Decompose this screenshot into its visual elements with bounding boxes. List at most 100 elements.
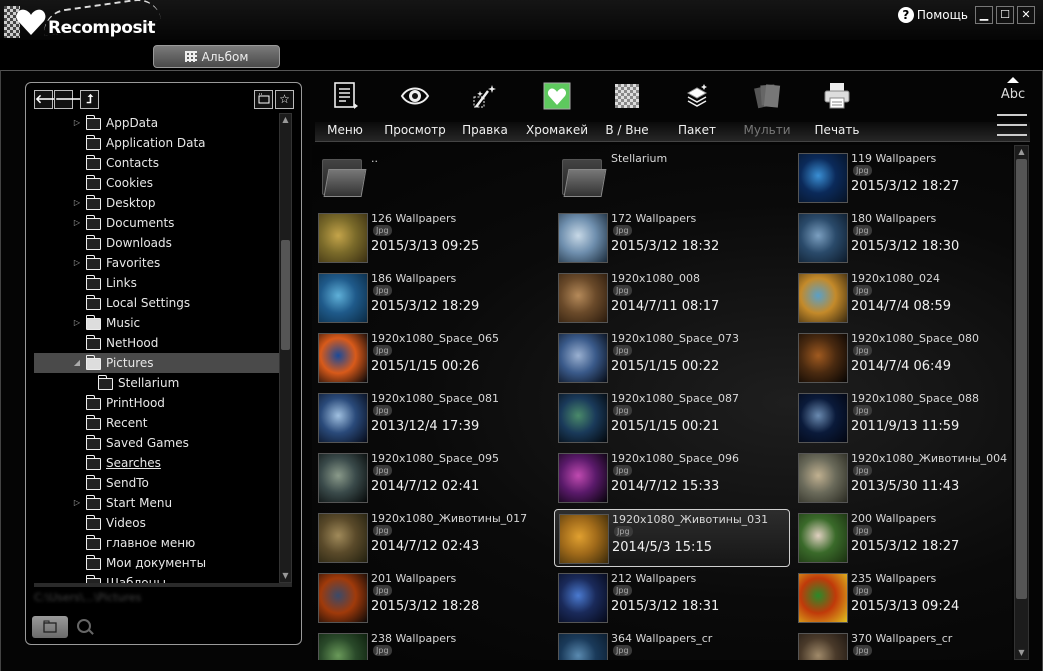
image-tile[interactable]: 1920x1080_024 Jpg 2014/7/4 08:59 <box>794 269 1012 327</box>
up-folder-button[interactable]: ⮥ <box>80 90 99 109</box>
image-tile[interactable]: 238 Wallpapers Jpg <box>314 629 550 660</box>
tree-item[interactable]: Contacts <box>34 153 282 173</box>
file-type-badge: Jpg <box>613 405 632 416</box>
search-icon[interactable] <box>77 619 91 633</box>
back-button[interactable]: 🡐 <box>34 90 67 109</box>
help-button[interactable]: ? Помощь <box>897 6 968 24</box>
image-tile[interactable]: 235 Wallpapers Jpg 2015/3/13 09:24 <box>794 569 1012 627</box>
tree-item[interactable]: ▷ Music <box>34 313 282 333</box>
tree-item[interactable]: Cookies <box>34 173 282 193</box>
image-tile[interactable]: 201 Wallpapers Jpg 2015/3/12 18:28 <box>314 569 550 627</box>
tree-item[interactable]: Links <box>34 273 282 293</box>
image-tile[interactable]: 1920x1080_Животины_017 Jpg 2014/7/12 02:43 <box>314 509 550 567</box>
tree-item[interactable]: Шаблоны <box>34 573 282 583</box>
image-tile[interactable]: 126 Wallpapers Jpg 2015/3/13 09:25 <box>314 209 550 267</box>
minimize-button[interactable]: ▁ <box>975 6 993 24</box>
tree-item[interactable]: ▷ Desktop <box>34 193 282 213</box>
image-tile[interactable]: 1920x1080_008 Jpg 2014/7/11 08:17 <box>554 269 790 327</box>
view-mode-button[interactable] <box>997 112 1027 140</box>
image-tile[interactable]: 186 Wallpapers Jpg 2015/3/12 18:29 <box>314 269 550 327</box>
toolbar-button[interactable]: Хромакей <box>522 77 592 141</box>
image-tile[interactable]: 172 Wallpapers Jpg 2015/3/12 18:32 <box>554 209 790 267</box>
tree-item[interactable]: PrintHood <box>34 393 282 413</box>
scroll-up-arrow[interactable]: ▲ <box>280 114 291 126</box>
new-folder-button[interactable] <box>254 90 273 109</box>
tree-item[interactable]: Recent <box>34 413 282 433</box>
image-tile[interactable]: 1920x1080_Space_087 Jpg 2015/1/15 00:21 <box>554 389 790 447</box>
toolbar-button[interactable]: Мульти <box>732 77 802 141</box>
expand-arrow-icon[interactable]: ▷ <box>72 118 82 128</box>
file-name: 1920x1080_Животины_031 <box>612 513 769 526</box>
file-date: 2015/3/12 18:28 <box>371 599 480 614</box>
image-tile[interactable]: 364 Wallpapers_cr Jpg <box>554 629 790 660</box>
collapse-arrow-icon[interactable]: ◢ <box>72 358 82 368</box>
tree-item[interactable]: ▷ Start Menu <box>34 493 282 513</box>
file-name: 1920x1080_Животины_004 <box>851 452 1008 465</box>
sort-button[interactable]: Abc <box>997 77 1029 107</box>
expand-arrow-icon[interactable]: ▷ <box>72 218 82 228</box>
grid-scrollbar[interactable]: ▲ ▼ <box>1014 145 1029 660</box>
tree-item[interactable]: Searches <box>34 453 282 473</box>
image-tile[interactable]: 1920x1080_Животины_004 Jpg 2013/5/30 11:43 <box>794 449 1012 507</box>
image-tile[interactable]: 1920x1080_Space_088 Jpg 2011/9/13 11:59 <box>794 389 1012 447</box>
file-date: 2015/1/15 00:21 <box>611 419 720 434</box>
folder-view-button[interactable] <box>32 616 68 638</box>
toolbar-button[interactable]: Пакет <box>662 77 732 141</box>
file-name: 1920x1080_008 <box>611 272 700 285</box>
grid-scroll-down-arrow[interactable]: ▼ <box>1015 647 1028 659</box>
folder-icon <box>86 235 101 250</box>
close-button[interactable]: ✕ <box>1017 6 1035 24</box>
scroll-thumb[interactable] <box>281 240 290 350</box>
tree-item[interactable]: ▷ Documents <box>34 213 282 233</box>
scroll-down-arrow[interactable]: ▼ <box>280 570 291 582</box>
toolbar-button[interactable]: Печать <box>802 77 872 141</box>
tree-item-label: Searches <box>106 456 161 470</box>
toolbar-button[interactable]: Меню <box>310 77 380 141</box>
expand-arrow-icon[interactable]: ▷ <box>72 258 82 268</box>
forward-button[interactable]: 🡒 <box>54 90 87 109</box>
toolbar-button[interactable]: В / Вне <box>592 77 662 141</box>
tree-item[interactable]: ◢ Pictures <box>34 353 282 373</box>
album-tab[interactable]: Альбом <box>153 45 280 68</box>
folder-tile[interactable]: Stellarium <box>554 149 790 207</box>
tree-item[interactable]: SendTo <box>34 473 282 493</box>
image-tile[interactable]: 1920x1080_Space_095 Jpg 2014/7/12 02:41 <box>314 449 550 507</box>
expand-arrow-icon[interactable]: ▷ <box>72 318 82 328</box>
grid-scroll-thumb[interactable] <box>1016 159 1027 599</box>
tree-item[interactable]: Saved Games <box>34 433 282 453</box>
toolbar-button[interactable]: Правка <box>450 77 520 141</box>
tree-item[interactable]: NetHood <box>34 333 282 353</box>
tree-item[interactable]: Application Data <box>34 133 282 153</box>
tree-item[interactable]: Videos <box>34 513 282 533</box>
tree-item[interactable]: Local Settings <box>34 293 282 313</box>
folder-icon <box>86 355 101 370</box>
image-tile[interactable]: 119 Wallpapers Jpg 2015/3/12 18:27 <box>794 149 1012 207</box>
image-tile[interactable]: 1920x1080_Space_096 Jpg 2014/7/12 15:33 <box>554 449 790 507</box>
image-tile[interactable]: 212 Wallpapers Jpg 2015/3/12 18:31 <box>554 569 790 627</box>
logo-heart-icon <box>16 9 46 35</box>
tree-item[interactable]: ▷ Favorites <box>34 253 282 273</box>
image-tile[interactable]: 1920x1080_Space_080 Jpg 2014/7/4 06:49 <box>794 329 1012 387</box>
tree-item[interactable]: Мои документы <box>34 553 282 573</box>
tree-item-label: Documents <box>106 216 175 230</box>
image-tile[interactable]: 1920x1080_Space_065 Jpg 2015/1/15 00:26 <box>314 329 550 387</box>
tree-item[interactable]: Downloads <box>34 233 282 253</box>
expand-arrow-icon[interactable]: ▷ <box>72 498 82 508</box>
folder-tile[interactable]: .. <box>314 149 550 207</box>
image-tile[interactable]: 370 Wallpapers_cr Jpg <box>794 629 1012 660</box>
bookmark-button[interactable]: ☆ <box>275 90 294 109</box>
image-tile[interactable]: 1920x1080_Животины_031 Jpg 2014/5/3 15:15 <box>554 509 790 567</box>
image-tile[interactable]: 180 Wallpapers Jpg 2015/3/12 18:30 <box>794 209 1012 267</box>
tree-item[interactable]: ▷ AppData <box>34 113 282 133</box>
toolbar-button[interactable]: Просмотр <box>380 77 450 141</box>
image-tile[interactable]: 1920x1080_Space_073 Jpg 2015/1/15 00:22 <box>554 329 790 387</box>
folder-tree-hscrollbar[interactable] <box>34 583 292 587</box>
grid-scroll-up-arrow[interactable]: ▲ <box>1015 146 1028 158</box>
tree-item[interactable]: Stellarium <box>34 373 282 393</box>
image-tile[interactable]: 200 Wallpapers Jpg 2015/3/12 18:27 <box>794 509 1012 567</box>
folder-tree-scrollbar[interactable]: ▲ ▼ <box>279 113 292 583</box>
tree-item[interactable]: главное меню <box>34 533 282 553</box>
maximize-button[interactable]: ☐ <box>996 6 1014 24</box>
expand-arrow-icon[interactable]: ▷ <box>72 198 82 208</box>
image-tile[interactable]: 1920x1080_Space_081 Jpg 2013/12/4 17:39 <box>314 389 550 447</box>
